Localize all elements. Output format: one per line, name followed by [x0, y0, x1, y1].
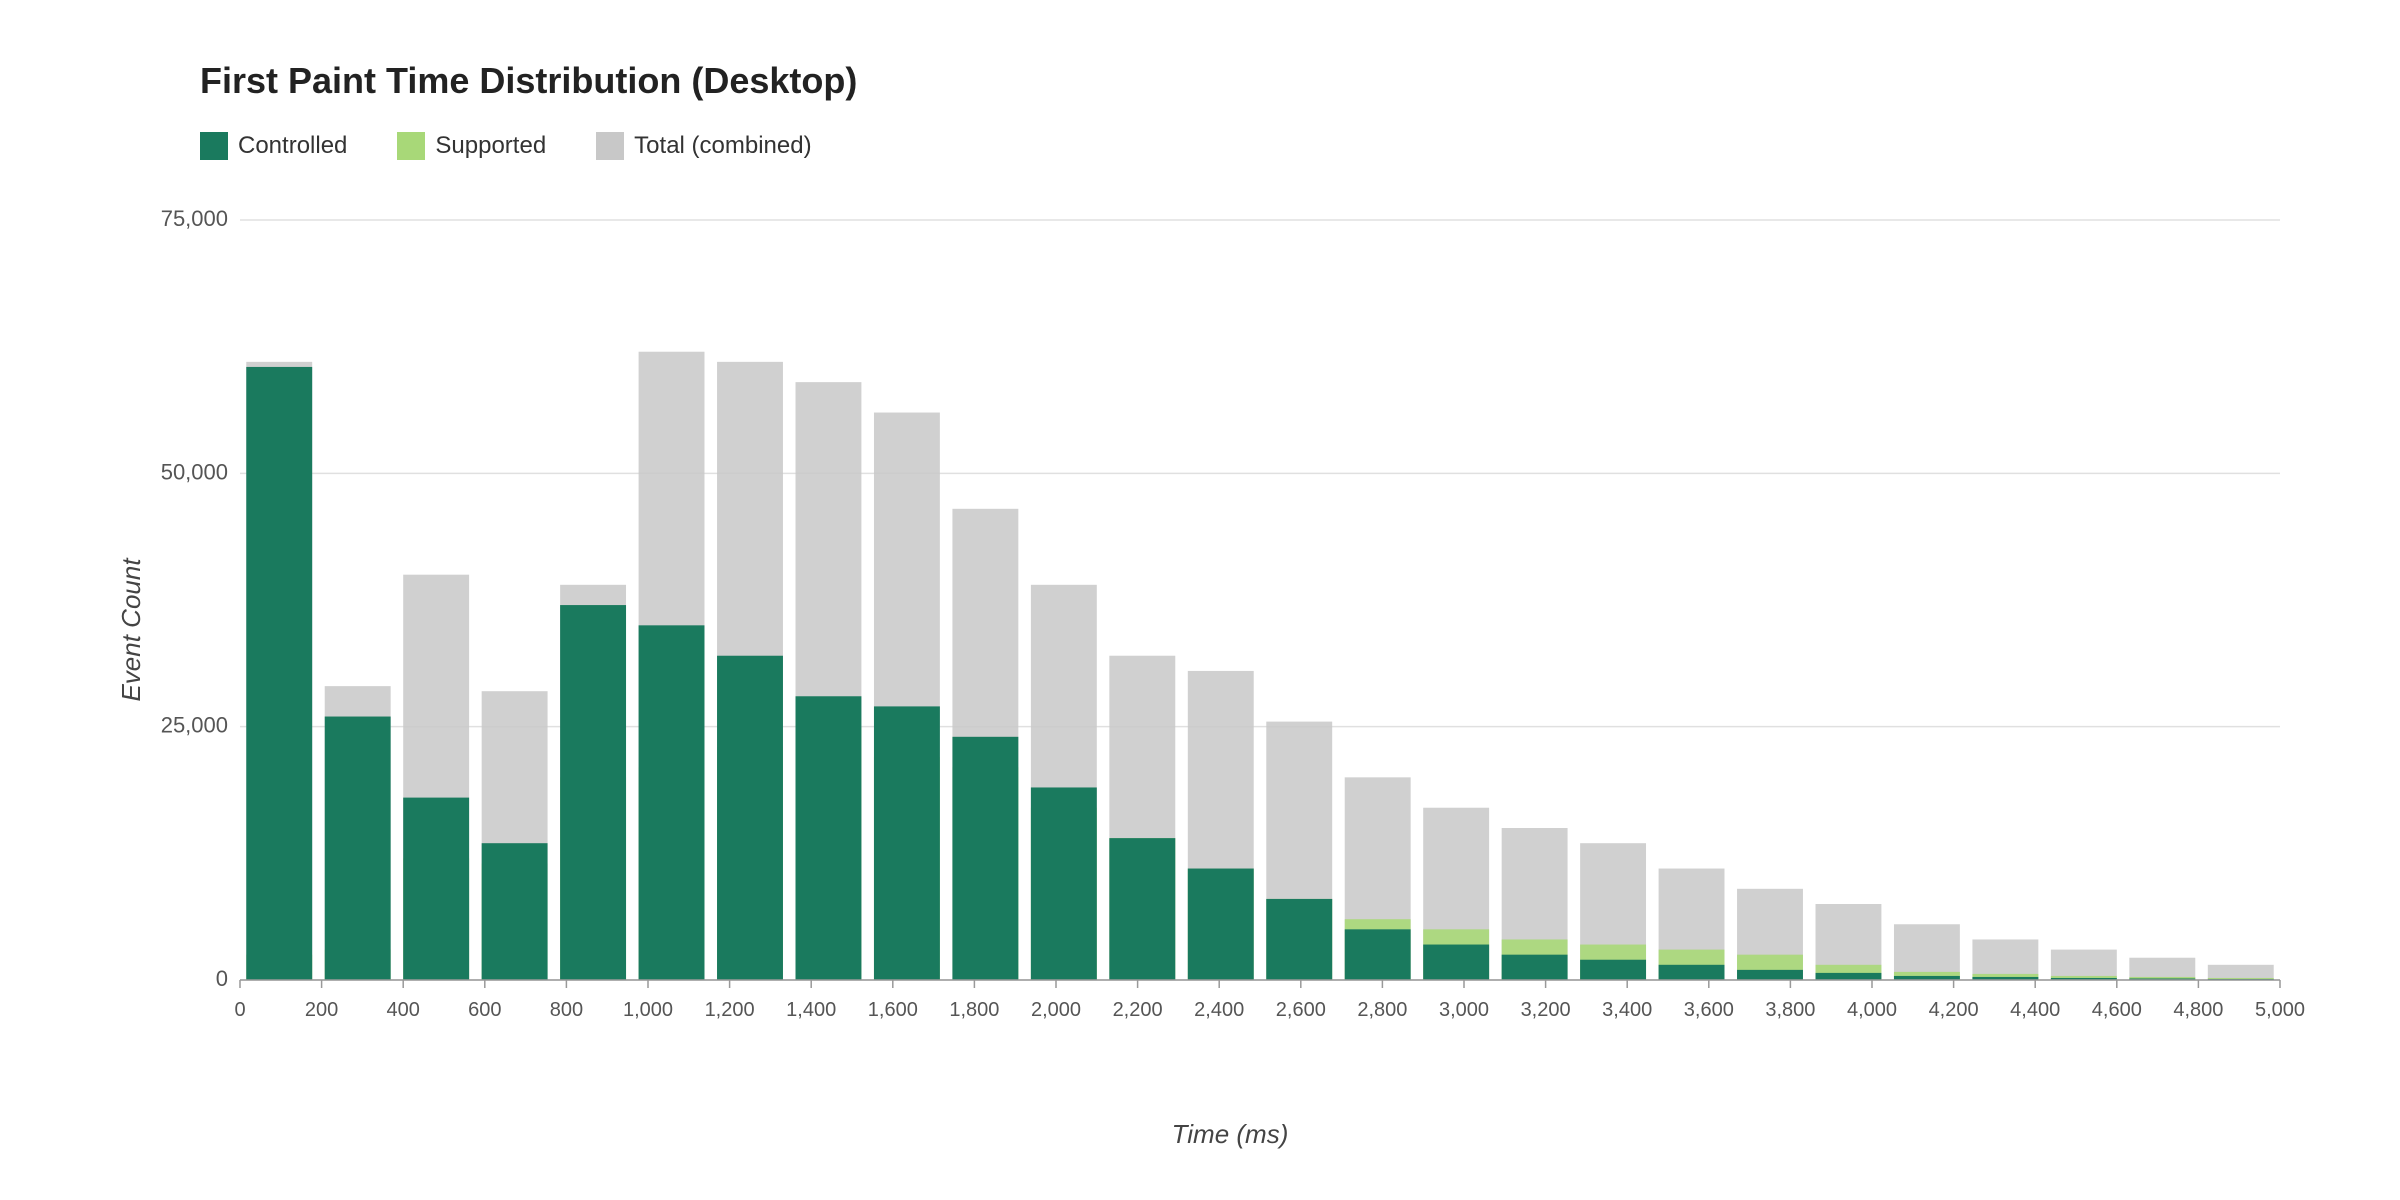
- svg-text:5,000: 5,000: [2255, 999, 2305, 1021]
- svg-text:400: 400: [387, 999, 420, 1021]
- svg-text:50,000: 50,000: [161, 459, 228, 484]
- legend-label-controlled: Controlled: [238, 132, 347, 160]
- legend-label-supported: Supported: [435, 132, 546, 160]
- legend-box-supported: [397, 132, 425, 160]
- legend-box-total: [596, 132, 624, 160]
- svg-text:3,600: 3,600: [1684, 999, 1734, 1021]
- svg-text:75,000: 75,000: [161, 206, 228, 231]
- svg-text:3,800: 3,800: [1765, 999, 1815, 1021]
- legend-item-controlled: Controlled: [200, 132, 347, 160]
- svg-text:1,600: 1,600: [868, 999, 918, 1021]
- chart-legend: Controlled Supported Total (combined): [140, 132, 2320, 160]
- x-axis-label: Time (ms): [1172, 1119, 1289, 1150]
- svg-text:4,000: 4,000: [1847, 999, 1897, 1021]
- y-axis-label: Event Count: [116, 558, 147, 701]
- svg-text:800: 800: [550, 999, 583, 1021]
- svg-text:25,000: 25,000: [161, 713, 228, 738]
- chart-title: First Paint Time Distribution (Desktop): [140, 60, 2320, 102]
- chart-container: First Paint Time Distribution (Desktop) …: [0, 0, 2400, 1200]
- legend-box-controlled: [200, 132, 228, 160]
- svg-text:2,400: 2,400: [1194, 999, 1244, 1021]
- svg-text:600: 600: [468, 999, 501, 1021]
- svg-text:4,400: 4,400: [2010, 999, 2060, 1021]
- svg-text:2,000: 2,000: [1031, 999, 1081, 1021]
- chart-area: Event Count Time (ms) 025,00050,00075,00…: [140, 200, 2320, 1060]
- svg-text:200: 200: [305, 999, 338, 1021]
- svg-text:0: 0: [234, 999, 245, 1021]
- legend-label-total: Total (combined): [634, 132, 811, 160]
- svg-text:3,200: 3,200: [1521, 999, 1571, 1021]
- svg-text:2,200: 2,200: [1113, 999, 1163, 1021]
- svg-text:0: 0: [216, 966, 228, 991]
- svg-text:2,800: 2,800: [1357, 999, 1407, 1021]
- svg-text:3,000: 3,000: [1439, 999, 1489, 1021]
- svg-text:4,200: 4,200: [1929, 999, 1979, 1021]
- legend-item-total: Total (combined): [596, 132, 811, 160]
- svg-text:1,000: 1,000: [623, 999, 673, 1021]
- legend-item-supported: Supported: [397, 132, 546, 160]
- svg-text:2,600: 2,600: [1276, 999, 1326, 1021]
- svg-text:4,600: 4,600: [2092, 999, 2142, 1021]
- svg-text:1,800: 1,800: [949, 999, 999, 1021]
- svg-text:1,200: 1,200: [705, 999, 755, 1021]
- svg-text:4,800: 4,800: [2173, 999, 2223, 1021]
- svg-text:1,400: 1,400: [786, 999, 836, 1021]
- svg-text:3,400: 3,400: [1602, 999, 1652, 1021]
